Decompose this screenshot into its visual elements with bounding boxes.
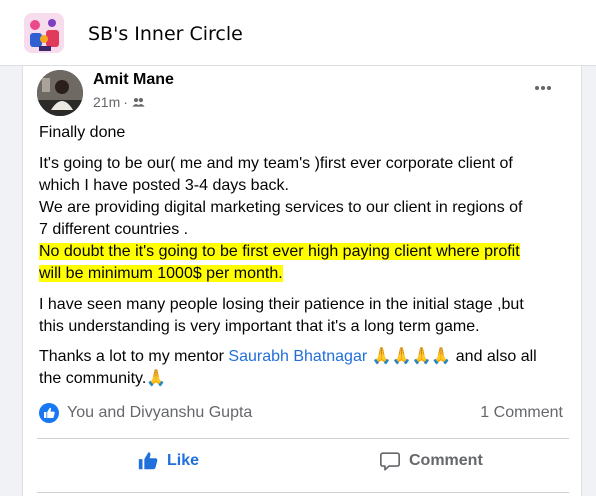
divider <box>37 492 569 493</box>
post-text-line: which I have posted 3-4 days back. <box>39 175 289 197</box>
post-text-line: We are providing digital marketing servi… <box>39 197 523 219</box>
comment-button[interactable]: Comment <box>379 449 483 473</box>
post-text: this understanding is very important tha… <box>39 318 480 335</box>
more-options-button[interactable] <box>528 78 558 98</box>
post-text-line: I have seen many people losing their pat… <box>39 294 524 316</box>
post-text: which I have posted 3-4 days back. <box>39 177 289 194</box>
author-photo-icon <box>37 70 83 116</box>
like-reaction-icon <box>39 403 59 423</box>
comment-label: Comment <box>409 452 483 469</box>
post-card: Amit Mane 21m · Finally done It's going t… <box>22 66 582 496</box>
divider <box>37 438 569 439</box>
like-button[interactable]: Like <box>137 449 199 473</box>
highlighted-text: will be minimum 1000$ per month. <box>39 265 283 282</box>
post-text-line: Thanks a lot to my mentor Saurabh Bhatna… <box>39 346 537 368</box>
post-text-line: No doubt the it's going to be first ever… <box>39 241 520 263</box>
post-text: We are providing digital marketing servi… <box>39 199 523 216</box>
post-text-line: It's going to be our( me and my team's )… <box>39 153 513 175</box>
avatar[interactable] <box>37 70 83 116</box>
post-text-line: will be minimum 1000$ per month. <box>39 263 283 285</box>
group-members-icon <box>132 97 145 107</box>
post-text-line: 7 different countries . <box>39 219 188 241</box>
reactions-summary[interactable]: You and Divyanshu Gupta <box>39 403 252 423</box>
post-text: 🙏🙏🙏🙏 and also all <box>367 348 537 365</box>
post-meta: 21m · <box>93 94 145 110</box>
mention-link[interactable]: Saurabh Bhatnagar <box>228 348 367 365</box>
group-header: SB's Inner Circle <box>0 0 596 66</box>
like-label: Like <box>167 452 200 469</box>
post-time[interactable]: 21m <box>93 94 120 110</box>
comment-icon <box>380 452 400 471</box>
group-name[interactable]: SB's Inner Circle <box>88 23 243 45</box>
post-text: Finally done <box>39 124 126 141</box>
group-logo[interactable] <box>24 13 64 53</box>
post-text: Thanks a lot to my mentor <box>39 348 229 365</box>
reactions-text[interactable]: You and Divyanshu Gupta <box>67 404 252 422</box>
highlighted-text: No doubt the it's going to be first ever… <box>39 243 520 260</box>
author-name[interactable]: Amit Mane <box>93 71 174 89</box>
post-text-line: the community.🙏 <box>39 368 166 390</box>
post-text: the community.🙏 <box>39 370 167 387</box>
post-text-line: Finally done <box>39 122 125 144</box>
post-text-line: this understanding is very important tha… <box>39 316 480 338</box>
meta-separator: · <box>123 94 128 110</box>
more-icon <box>535 86 551 90</box>
comment-count[interactable]: 1 Comment <box>480 404 563 422</box>
post-text: I have seen many people losing their pat… <box>39 296 524 313</box>
thumbs-up-icon <box>138 452 158 470</box>
group-illustration-icon <box>24 13 64 53</box>
post-text: 7 different countries . <box>39 221 189 238</box>
post-text: It's going to be our( me and my team's )… <box>39 155 513 172</box>
